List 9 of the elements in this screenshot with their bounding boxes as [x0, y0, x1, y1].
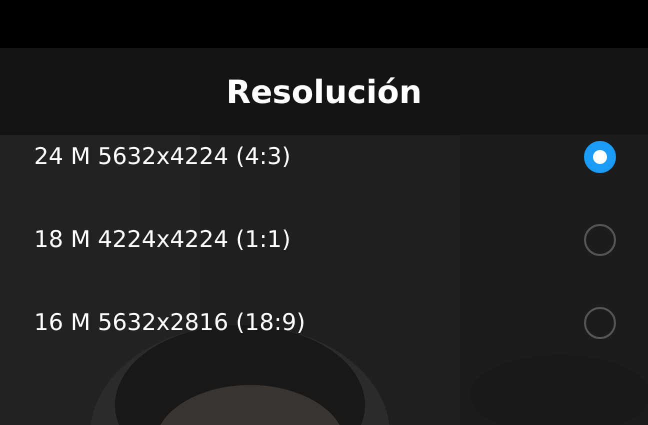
radio-button[interactable] [584, 306, 616, 338]
option-label: 16 M 5632x2816 (18:9) [34, 310, 306, 336]
resolution-option[interactable]: 18 M 4224x4224 (1:1) [0, 198, 648, 281]
resolution-option[interactable]: 16 M 5632x2816 (18:9) [0, 281, 648, 364]
dialog-title: Resolución [226, 72, 422, 110]
option-label: 18 M 4224x4224 (1:1) [34, 226, 291, 252]
resolution-option[interactable]: 24 M 5632x4224 (4:3) [0, 115, 648, 198]
option-label: 24 M 5632x4224 (4:3) [34, 144, 291, 170]
radio-button[interactable] [584, 224, 616, 256]
